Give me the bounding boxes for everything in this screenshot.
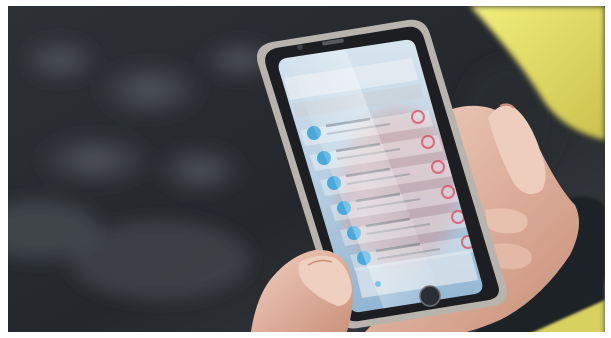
front-camera-icon [297,44,303,50]
photo-scene [0,0,611,338]
home-button-icon [419,285,441,307]
scene-svg [0,0,611,338]
